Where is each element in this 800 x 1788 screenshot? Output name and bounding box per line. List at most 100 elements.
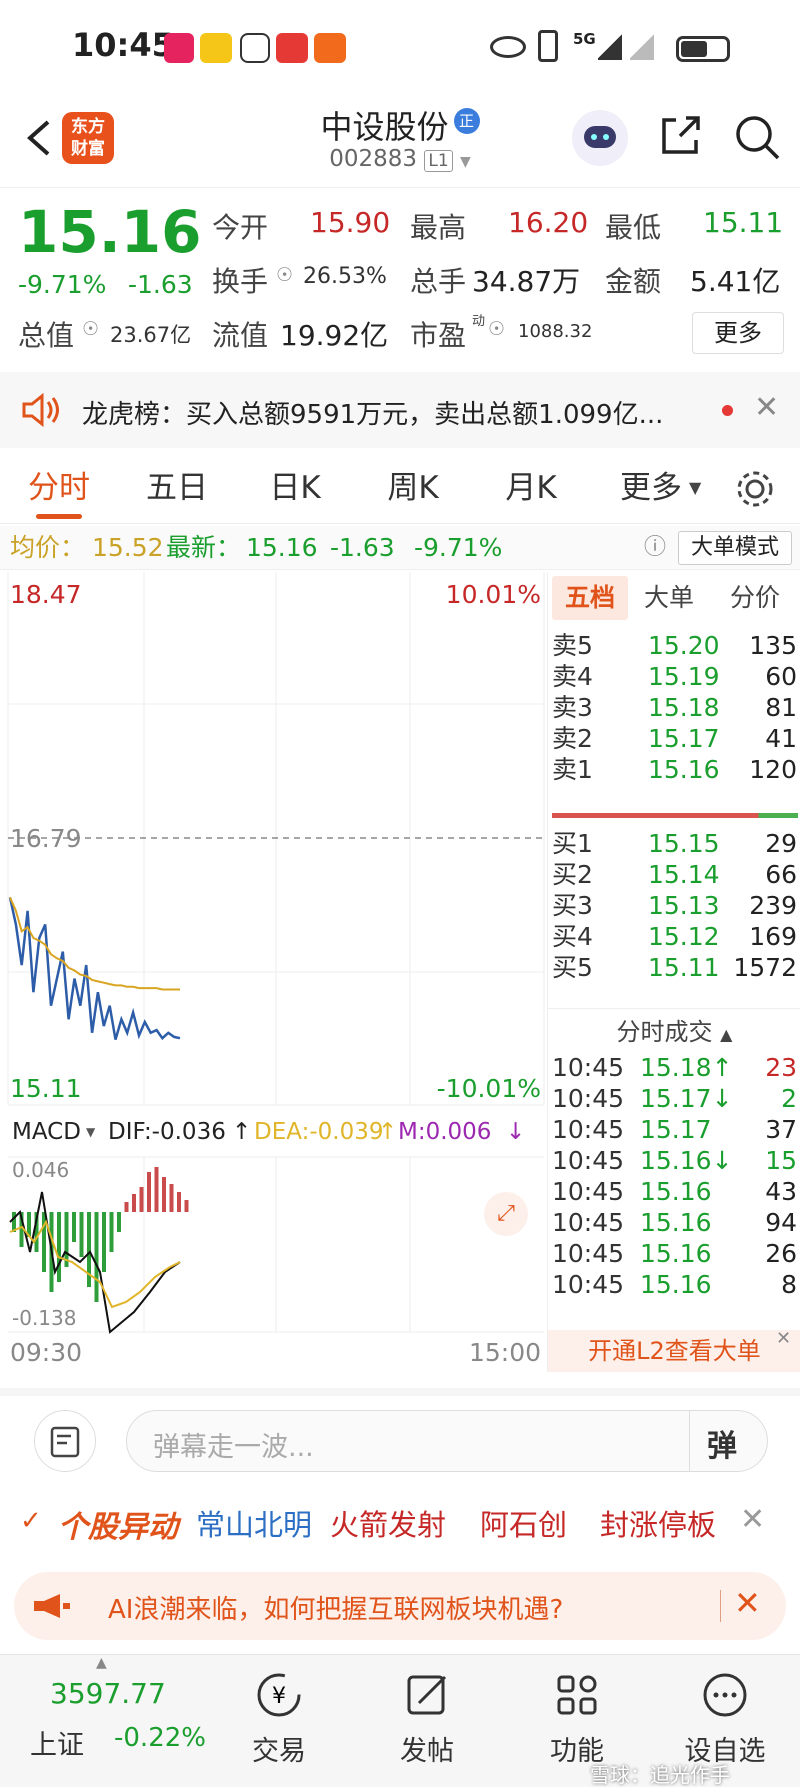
tab-big-order[interactable]: 大单 <box>644 576 694 620</box>
ask-price: 15.20 <box>648 631 720 660</box>
dif-arrow-icon: ↑ <box>232 1119 252 1145</box>
tab-more[interactable]: 更多 <box>606 452 696 524</box>
danmu-send-button[interactable]: 弹 <box>707 1421 737 1465</box>
trade-price: 15.16 <box>640 1177 712 1206</box>
nav-trade-label: 交易 <box>252 1736 306 1767</box>
index-widget[interactable]: 3597.77 上证 -0.22% <box>18 1655 218 1788</box>
trade-row[interactable]: 10:45 15.16 26 <box>548 1236 800 1271</box>
high-value: 16.20 <box>508 206 589 239</box>
ai-promo-bar[interactable]: AI浪潮来临，如何把握互联网板块机遇? ✕ <box>14 1572 786 1640</box>
tab-monthly-k[interactable]: 月K <box>486 452 576 524</box>
info-icon-3[interactable]: ☉ <box>488 318 505 340</box>
bid-row[interactable]: 买1 15.15 29 <box>548 826 800 861</box>
signal-icon <box>598 32 622 60</box>
trades-title-text: 分时成交 <box>616 1018 713 1046</box>
trade-row[interactable]: 10:45 15.18↑ 23 <box>548 1050 800 1085</box>
eye-icon <box>490 36 526 58</box>
share-button[interactable] <box>656 112 704 164</box>
status-bar: 10:45 5G <box>0 0 800 96</box>
alert-item-1[interactable]: 常山北明 <box>196 1502 312 1544</box>
network-label: 5G <box>573 30 596 48</box>
trade-row[interactable]: 10:45 15.16 94 <box>548 1205 800 1240</box>
trades-title[interactable]: 分时成交 ▲ <box>548 1012 800 1047</box>
trade-row[interactable]: 10:45 15.16 43 <box>548 1174 800 1209</box>
bid-row[interactable]: 买2 15.14 66 <box>548 857 800 892</box>
quote-panel: 15.16 -9.71% -1.63 今开 15.90 最高 16.20 最低 … <box>0 188 800 368</box>
danmu-input[interactable]: 弹幕走一波... 弹 <box>126 1410 768 1472</box>
ask-row[interactable]: 卖2 15.17 41 <box>548 721 800 756</box>
trade-row[interactable]: 10:45 15.17 37 <box>548 1112 800 1147</box>
vibrate-icon <box>538 30 558 62</box>
ask-row[interactable]: 卖3 15.18 81 <box>548 690 800 725</box>
trade-volume: 94 <box>765 1208 797 1237</box>
nav-post[interactable]: 发帖 <box>372 1655 482 1788</box>
ask-row[interactable]: 卖4 15.19 60 <box>548 659 800 694</box>
trade-volume: 15 <box>765 1146 797 1175</box>
notice-bar[interactable]: 龙虎榜：买入总额9591万元，卖出总额1.099亿... ✕ <box>0 372 800 448</box>
alert-item-4[interactable]: 封涨停板 <box>600 1502 716 1544</box>
help-icon[interactable]: ⓘ <box>644 526 666 570</box>
close-icon[interactable]: ✕ <box>754 390 779 425</box>
nav-trade[interactable]: ¥ 交易 <box>224 1655 334 1788</box>
trade-row[interactable]: 10:45 15.17↓ 2 <box>548 1081 800 1116</box>
info-icon[interactable]: ☉ <box>276 264 293 286</box>
big-order-mode-button[interactable]: 大单模式 <box>678 531 792 565</box>
collapse-icon[interactable]: ✓ <box>20 1506 42 1536</box>
close-alert-icon[interactable]: ✕ <box>740 1502 765 1537</box>
ask-row[interactable]: 卖1 15.16 120 <box>548 752 800 787</box>
close-l2-icon[interactable]: ✕ <box>776 1328 791 1349</box>
danmu-settings-button[interactable] <box>34 1410 96 1472</box>
stock-header: 东方 财富 中设股份 正 002883 L1 ▼ <box>0 96 800 188</box>
avg-label: 均价： <box>10 533 86 562</box>
volume-label: 总手 <box>410 265 467 298</box>
macd-histogram-bar <box>154 1167 159 1212</box>
bid-row[interactable]: 买3 15.13 239 <box>548 888 800 923</box>
ask-label: 卖1 <box>552 755 593 784</box>
trade-row[interactable]: 10:45 15.16↓ 15 <box>548 1143 800 1178</box>
tab-five-level[interactable]: 五档 <box>552 576 628 620</box>
bid-volume: 1572 <box>733 953 797 982</box>
info-icon-2[interactable]: ☉ <box>82 318 99 340</box>
alert-item-2[interactable]: 火箭发射 <box>330 1502 446 1544</box>
intraday-chart[interactable]: 18.47 16.79 15.11 10.01% -10.01% MACD ▼ … <box>0 572 545 1372</box>
y-axis-top: 18.47 <box>10 580 82 609</box>
trade-time: 10:45 <box>552 1239 625 1268</box>
pe-sup: 动 <box>472 314 486 329</box>
trade-row[interactable]: 10:45 15.16 8 <box>548 1267 800 1302</box>
ai-robot-icon[interactable] <box>572 110 628 166</box>
open-l2-banner[interactable]: 开通L2查看大单 <box>548 1330 800 1372</box>
tab-price-dist[interactable]: 分价 <box>730 576 780 620</box>
more-button[interactable]: 更多 <box>692 312 784 354</box>
macd-axis-top: 0.046 <box>12 1158 70 1182</box>
watermark: 雪球：追光作手 <box>590 1763 730 1787</box>
chart-canvas <box>7 572 545 1334</box>
search-button[interactable] <box>732 112 782 166</box>
tab-daily-k[interactable]: 日K <box>250 452 340 524</box>
trade-time: 10:45 <box>552 1208 625 1237</box>
macd-selector[interactable]: MACD <box>12 1110 81 1154</box>
more-dots-icon <box>703 1673 747 1717</box>
macd-axis-bottom: -0.138 <box>12 1306 77 1330</box>
trade-time: 10:45 <box>552 1270 625 1299</box>
settings-gear-icon[interactable] <box>734 468 776 510</box>
notice-text: 龙虎榜：买入总额9591万元，卖出总额1.099亿... <box>82 400 664 430</box>
macd-dropdown-icon[interactable]: ▼ <box>86 1110 95 1154</box>
macd-histogram-bar <box>102 1212 106 1272</box>
bid-row[interactable]: 买4 15.12 169 <box>548 919 800 954</box>
bid-row[interactable]: 买5 15.11 1572 <box>548 950 800 985</box>
y-axis-bottom: 15.11 <box>10 1074 82 1103</box>
tab-weekly-k[interactable]: 周K <box>368 452 458 524</box>
alert-item-3[interactable]: 阿石创 <box>480 1502 567 1544</box>
current-price: 15.16 <box>18 198 202 266</box>
bid-volume: 29 <box>765 829 797 858</box>
speaker-icon <box>22 392 59 428</box>
change-value: -1.63 <box>128 270 193 299</box>
expand-icon[interactable]: ⤢ <box>484 1192 528 1236</box>
close-ai-icon[interactable]: ✕ <box>734 1584 761 1622</box>
period-tabs: 分时 五日 日K 周K 月K 更多 ▼ <box>0 452 800 524</box>
bid-label: 买5 <box>552 953 593 982</box>
high-label: 最高 <box>410 211 467 244</box>
ai-promo-text: AI浪潮来临，如何把握互联网板块机遇? <box>108 1595 564 1625</box>
ask-row[interactable]: 卖5 15.20 135 <box>548 628 800 663</box>
tab-five-day[interactable]: 五日 <box>132 452 222 524</box>
